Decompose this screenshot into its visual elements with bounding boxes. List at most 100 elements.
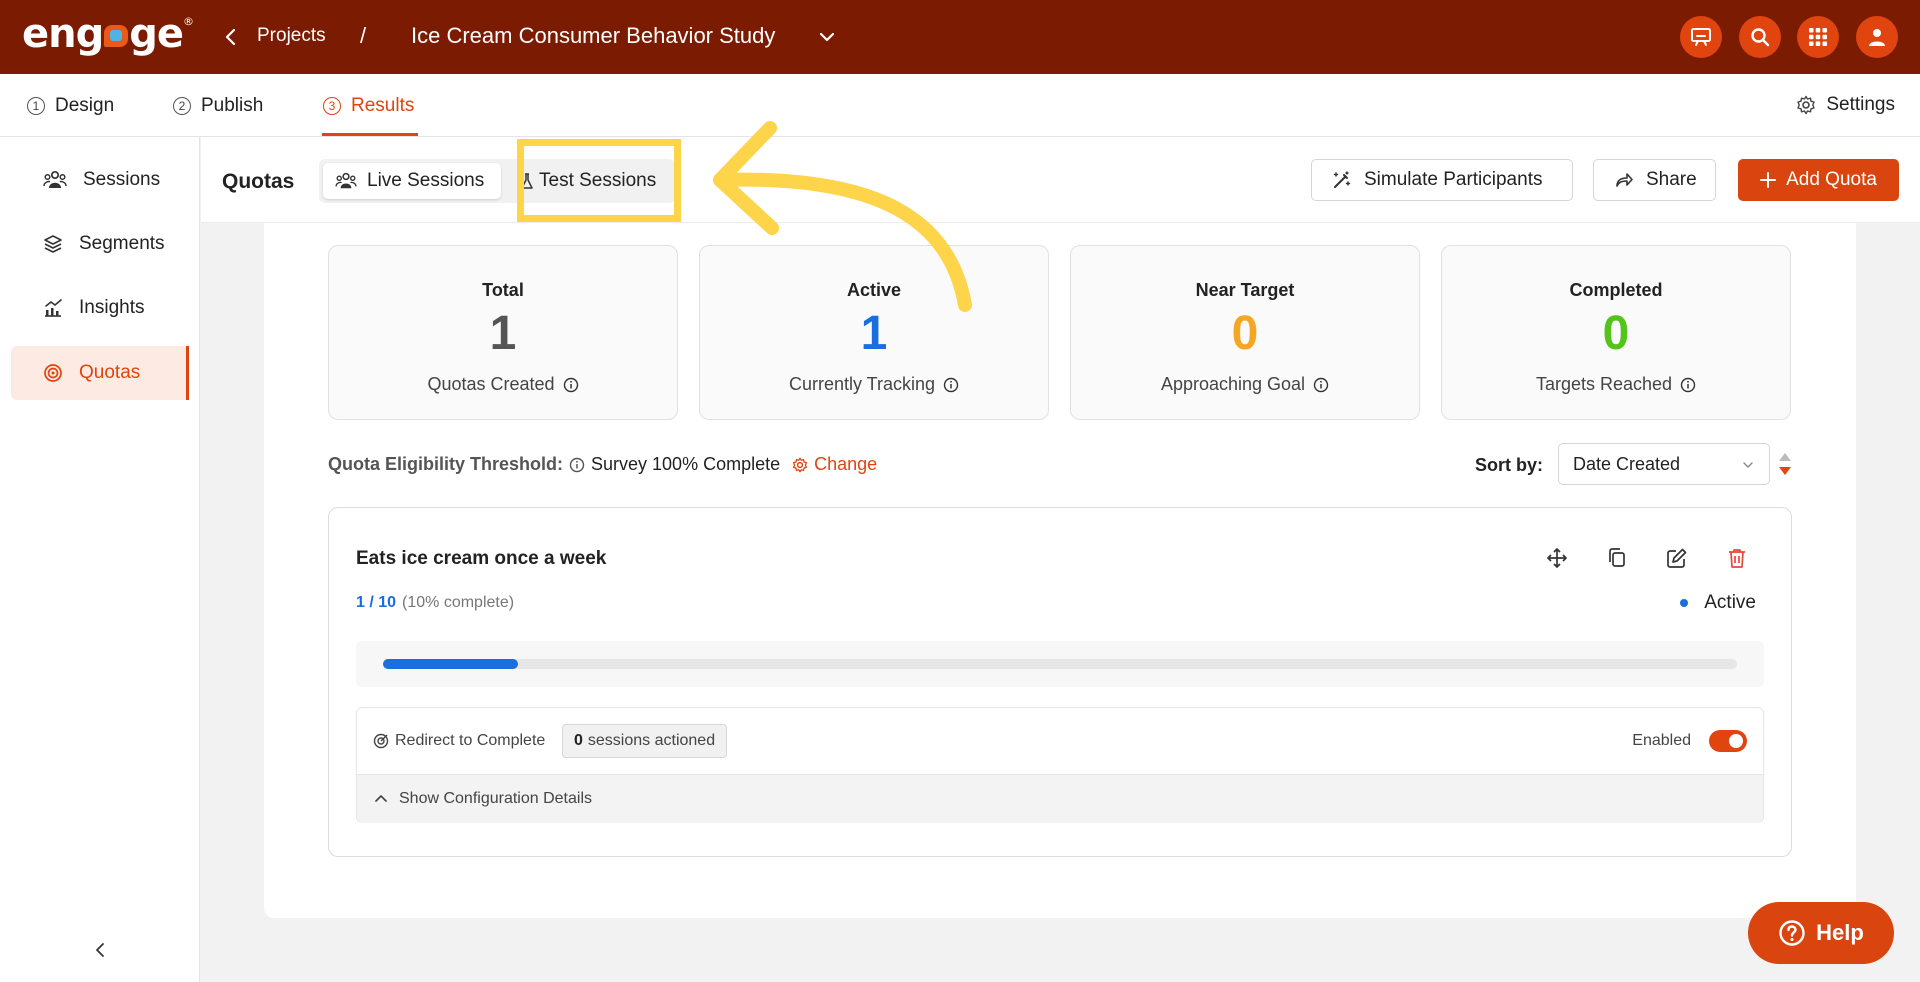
quota-progress-text: 1 / 10 (10% complete) (356, 594, 514, 612)
stat-subtitle-text: Currently Tracking (788, 374, 936, 394)
help-button[interactable]: Help (1748, 902, 1894, 964)
quota-card: Eats ice cream once a week 1 / 10 (10% co… (328, 507, 1792, 857)
tab-label: Design (55, 95, 115, 116)
sidebar-item-quotas[interactable]: Quotas (11, 346, 189, 400)
help-label: Help (1816, 920, 1864, 945)
question-icon (1779, 920, 1805, 946)
progress-container (356, 641, 1764, 687)
target-redirect-icon (373, 733, 389, 749)
config-label: Show Configuration Details (399, 790, 592, 807)
tab-results[interactable]: 3 Results (323, 95, 414, 117)
layers-icon (44, 235, 62, 253)
grid-icon (1809, 28, 1827, 46)
tab-label: Results (351, 95, 415, 116)
info-icon[interactable] (563, 377, 579, 393)
page-title: Quotas (222, 170, 295, 193)
sidebar-item-label: Segments (79, 233, 165, 254)
breadcrumb-projects[interactable]: Projects (257, 25, 326, 47)
stat-subtitle: Approaching Goal (1071, 374, 1419, 395)
engage-logo[interactable]: eng ge ® (22, 14, 194, 54)
quota-status: Active (1680, 592, 1756, 614)
stat-subtitle: Currently Tracking (700, 374, 1048, 395)
quotas-panel: Total 1 Quotas Created Active 1 Currentl… (264, 223, 1856, 918)
sessions-count: 0 (574, 732, 583, 749)
quota-fraction: 1 / 10 (356, 594, 397, 611)
profile-button[interactable] (1856, 16, 1898, 58)
quota-percent: (10% complete) (402, 594, 515, 611)
progress-track (383, 659, 1737, 669)
sidebar-item-insights[interactable]: Insights (11, 281, 189, 335)
target-icon (44, 364, 62, 382)
sort-value: Date Created (1573, 453, 1681, 474)
eligibility-threshold: Quota Eligibility Threshold: Survey 100%… (328, 454, 877, 475)
trash-icon[interactable] (1725, 546, 1749, 570)
top-bar: eng ge ® Projects / Ice Cream Consumer Beh… (0, 0, 1920, 74)
step-number: 1 (27, 97, 45, 115)
stat-label: Total (482, 280, 524, 300)
enabled-label: Enabled (1632, 732, 1691, 749)
threshold-value: Survey 100% Complete (591, 454, 781, 474)
sidebar: Sessions Segments Insights Quotas (0, 137, 200, 982)
collapse-sidebar-icon[interactable] (90, 940, 110, 960)
change-threshold-link[interactable]: Change (792, 454, 877, 475)
chevron-down-icon[interactable] (816, 26, 838, 48)
search-button[interactable] (1739, 16, 1781, 58)
step-number: 3 (323, 97, 341, 115)
sidebar-item-sessions[interactable]: Sessions (11, 153, 189, 207)
tab-label: Live Sessions (367, 170, 485, 191)
chevron-left-icon[interactable] (220, 24, 242, 50)
stat-value: 0 (1602, 307, 1630, 360)
sidebar-item-label: Sessions (83, 169, 161, 190)
button-label: Simulate Participants (1364, 169, 1543, 190)
threshold-label: Quota Eligibility Threshold: (328, 454, 564, 474)
sidebar-item-segments[interactable]: Segments (11, 217, 189, 271)
stat-label: Near Target (1195, 280, 1295, 300)
redirect-label: Redirect to Complete (395, 732, 546, 749)
tab-design[interactable]: 1 Design (27, 95, 114, 117)
project-title: Ice Cream Consumer Behavior Study (411, 23, 776, 48)
annotation-arrow-icon (713, 121, 972, 312)
info-icon[interactable] (569, 457, 585, 473)
quota-title: Eats ice cream once a week (356, 548, 607, 569)
edit-icon[interactable] (1665, 546, 1689, 570)
stat-subtitle-text: Quotas Created (427, 374, 555, 394)
show-configuration-toggle[interactable]: Show Configuration Details (357, 774, 1763, 823)
info-icon[interactable] (943, 377, 959, 393)
progress-fill (383, 659, 519, 669)
settings-label: Settings (1826, 94, 1895, 115)
sort-by-select[interactable]: Date Created (1558, 443, 1770, 485)
stat-value: 0 (1231, 307, 1259, 360)
simulate-participants-button[interactable]: Simulate Participants (1311, 159, 1573, 201)
tab-publish[interactable]: 2 Publish (173, 95, 263, 117)
chart-icon (45, 299, 62, 317)
users-icon (43, 170, 67, 188)
stat-subtitle-text: Targets Reached (1535, 374, 1673, 394)
info-icon[interactable] (1680, 377, 1696, 393)
move-icon[interactable] (1545, 546, 1569, 570)
info-icon[interactable] (1313, 377, 1329, 393)
user-icon (1869, 29, 1885, 46)
share-button[interactable]: Share (1593, 159, 1716, 201)
presentation-button[interactable] (1680, 16, 1722, 58)
tab-label: Publish (201, 95, 264, 116)
stat-value: 1 (489, 307, 517, 360)
redirect-action: Redirect to Complete (373, 732, 545, 750)
stat-subtitle-text: Approaching Goal (1160, 374, 1306, 394)
share-icon (1616, 173, 1633, 187)
enabled-toggle[interactable] (1709, 730, 1747, 752)
button-label: Share (1646, 169, 1697, 190)
active-tab-underline (322, 133, 418, 136)
settings-button[interactable]: Settings (1796, 94, 1895, 116)
stat-card-near-target: Near Target 0 Approaching Goal (1070, 245, 1420, 420)
sidebar-item-label: Quotas (79, 362, 141, 383)
tab-live-sessions[interactable]: Live Sessions (323, 163, 501, 199)
stat-subtitle: Targets Reached (1442, 374, 1790, 395)
apps-button[interactable] (1797, 16, 1839, 58)
quotas-header: Quotas Live Sessions Test Sessions Simul… (201, 137, 1920, 223)
sort-direction-icon[interactable] (1777, 450, 1793, 478)
copy-icon[interactable] (1605, 546, 1629, 570)
sidebar-item-label: Insights (79, 297, 145, 318)
chevron-up-icon (375, 795, 387, 802)
add-quota-button[interactable]: Add Quota (1738, 159, 1899, 201)
magic-wand-icon (1333, 171, 1351, 188)
